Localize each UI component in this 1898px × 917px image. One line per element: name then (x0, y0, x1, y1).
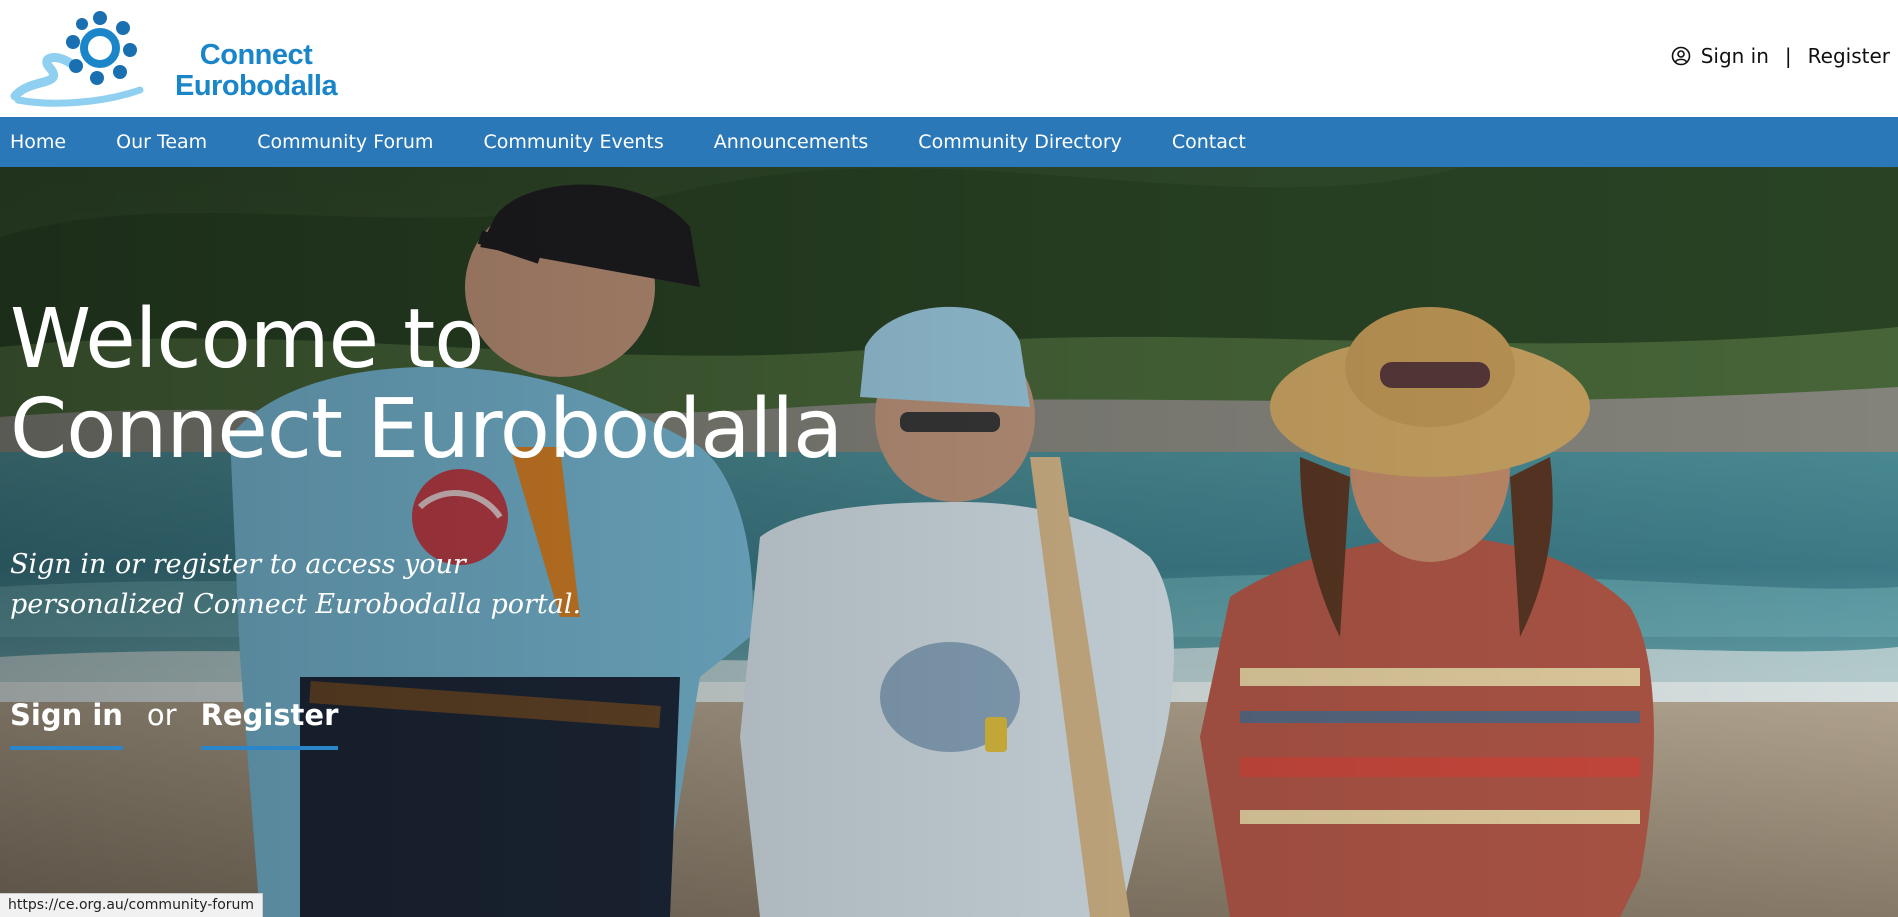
logo-line2: Eurobodalla (175, 70, 338, 102)
hero-sign-in-button[interactable]: Sign in (10, 698, 123, 750)
hero-overlay (0, 117, 1898, 917)
hero-title-line2: Connect Eurobodalla (10, 382, 843, 477)
logo-line1: Connect (199, 39, 313, 71)
nav-item-community-events[interactable]: Community Events (483, 131, 663, 153)
nav-item-home[interactable]: Home (10, 131, 66, 153)
hero-banner (0, 117, 1898, 917)
nav-item-community-directory[interactable]: Community Directory (918, 131, 1122, 153)
hero-cta: Sign in or Register (10, 698, 339, 750)
user-circle-icon (1671, 46, 1690, 66)
logo-wordmark: Connect Eurobodalla (175, 39, 338, 102)
hero-or-label: or (146, 698, 177, 732)
hero-subtitle: Sign in or register to access your perso… (10, 549, 582, 620)
hero-register-button[interactable]: Register (200, 698, 339, 750)
site-logo[interactable]: Connect Eurobodalla (10, 8, 338, 108)
logo-icon (10, 11, 144, 107)
header-register-link[interactable]: Register (1808, 44, 1890, 68)
nav-item-announcements[interactable]: Announcements (714, 131, 869, 153)
nav-item-our-team[interactable]: Our Team (116, 131, 207, 153)
header-auth-links: Sign in | Register (1671, 44, 1890, 68)
header-sign-in-link[interactable]: Sign in (1701, 44, 1769, 68)
nav-item-community-forum[interactable]: Community Forum (257, 131, 433, 153)
hero-title-line1: Welcome to (10, 292, 484, 387)
status-bar-url: https://ce.org.au/community-forum (0, 893, 264, 917)
hero-title: Welcome to Connect Eurobodalla (10, 292, 843, 477)
header-separator: | (1784, 44, 1792, 68)
nav-item-contact[interactable]: Contact (1172, 131, 1246, 153)
site-header: Connect Eurobodalla Sign in | Register (0, 0, 1898, 117)
main-nav: Home Our Team Community Forum Community … (0, 117, 1898, 167)
